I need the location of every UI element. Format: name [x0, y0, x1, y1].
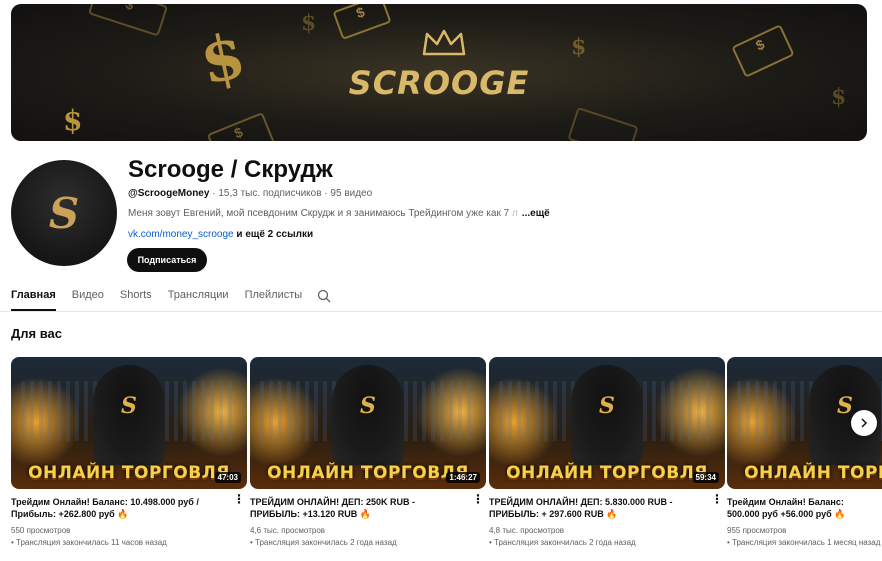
video-card[interactable]: S ОНЛАЙН ТОРГОВЛЯ 59:34 ТРЕЙДИМ ОНЛАЙН! … — [489, 357, 725, 547]
chevron-right-icon — [861, 418, 868, 428]
dollar-icon: $ — [301, 10, 317, 36]
video-title[interactable]: ТРЕЙДИМ ОНЛАЙН! ДЕП: 5.830.000 RUB - ПРИ… — [489, 496, 705, 520]
banner-brand-text: SCROOGE — [348, 64, 530, 102]
crown-icon — [422, 29, 466, 56]
video-duration: 47:03 — [214, 472, 241, 483]
video-thumbnail[interactable]: S ОНЛАЙН ТОРГОВЛЯ 47:03 — [11, 357, 247, 489]
video-views: 4,6 тыс. просмотров — [250, 526, 326, 535]
channel-banner: $ $ $ $ $ $ $ $ $ SCROOGE — [11, 4, 867, 141]
description-fade: л — [509, 208, 518, 219]
video-title[interactable]: ТРЕЙДИМ ОНЛАЙН! ДЕП: 250K RUB - ПРИБЫЛЬ:… — [250, 496, 466, 520]
tab-playlists[interactable]: Плейлисты — [245, 283, 303, 311]
video-duration: 59:34 — [692, 472, 719, 483]
video-status: • Трансляция закончилась 2 года назад — [489, 538, 636, 547]
tab-shorts[interactable]: Shorts — [120, 283, 152, 311]
video-status: • Трансляция закончилась 2 года назад — [250, 538, 397, 547]
video-views: 550 просмотров — [11, 526, 71, 535]
video-views: 955 просмотров — [727, 526, 787, 535]
money-bill-icon: $ — [332, 4, 392, 40]
more-link[interactable]: ...ещё — [522, 208, 550, 219]
channel-handle: @ScroogeMoney — [128, 188, 210, 199]
channel-stats: · 15,3 тыс. подписчиков · 95 видео — [209, 188, 373, 199]
channel-description[interactable]: Меня зовут Евгений, мой псевдоним Скрудж… — [128, 208, 550, 219]
money-bill-icon: $ — [206, 111, 276, 141]
more-options-icon[interactable]: ⋮ — [472, 493, 484, 505]
video-card[interactable]: S ОНЛАЙН ТОРГОВЛЯ 47:03 Трейдим Онлайн! … — [11, 357, 247, 547]
tab-videos[interactable]: Видео — [72, 283, 104, 311]
scrooge-logo-icon: S — [48, 188, 80, 238]
channel-links: vk.com/money_scrooge и ещё 2 ссылки — [128, 229, 313, 240]
video-status: • Трансляция закончилась 11 часов назад — [11, 538, 167, 547]
money-bill-icon: $ — [87, 4, 169, 37]
video-title[interactable]: Трейдим Онлайн! Баланс: 10.498.000 руб /… — [11, 496, 227, 520]
video-card[interactable]: S ОНЛАЙН ТОРГОВЛЯ 1:46:27 ТРЕЙДИМ ОНЛАЙН… — [250, 357, 486, 547]
search-icon[interactable] — [317, 289, 331, 303]
video-views: 4,8 тыс. просмотров — [489, 526, 565, 535]
fire-icon: 🔥 — [359, 509, 372, 519]
video-duration: 1:46:27 — [446, 472, 480, 483]
fire-icon: 🔥 — [117, 509, 129, 519]
video-title[interactable]: Трейдим Онлайн! Баланс: 500.000 руб +56.… — [727, 496, 877, 520]
video-thumbnail[interactable]: S ОНЛАЙН ТОРГОВЛЯ 1:46:27 — [250, 357, 486, 489]
channel-avatar[interactable]: S — [11, 160, 117, 266]
tab-live[interactable]: Трансляции — [168, 283, 229, 311]
scrooge-logo-icon: S — [837, 393, 853, 419]
description-text: Меня зовут Евгений, мой псевдоним Скрудж… — [128, 208, 510, 219]
money-bill-icon — [567, 106, 639, 141]
tabs-divider — [0, 311, 882, 312]
thumbnail-text: ОНЛАЙН ТОРГОВЛЯ — [744, 463, 882, 483]
fire-icon: 🔥 — [606, 509, 618, 519]
subscribe-button[interactable]: Подписаться — [127, 248, 207, 272]
channel-title: Scrooge / Скрудж — [128, 156, 333, 183]
thumbnail-text: ОНЛАЙН ТОРГОВЛЯ — [506, 463, 708, 483]
thumbnail-text: ОНЛАЙН ТОРГОВЛЯ — [28, 463, 230, 483]
video-card[interactable]: S ОНЛАЙН ТОРГОВЛЯ Трейдим Онлайн! Баланс… — [727, 357, 882, 547]
more-options-icon[interactable]: ⋮ — [711, 493, 723, 505]
video-thumbnail[interactable]: S ОНЛАЙН ТОРГОВЛЯ 59:34 — [489, 357, 725, 489]
section-title: Для вас — [11, 326, 62, 341]
video-status: • Трансляция закончилась 1 месяц назад — [727, 538, 881, 547]
scrooge-logo-icon: S — [121, 393, 137, 419]
dollar-icon: $ — [63, 104, 83, 137]
dollar-icon: $ — [571, 34, 587, 60]
scrooge-logo-icon: S — [360, 393, 376, 419]
vk-link[interactable]: vk.com/money_scrooge — [128, 229, 234, 240]
more-links[interactable]: и ещё 2 ссылки — [234, 229, 313, 240]
more-options-icon[interactable]: ⋮ — [233, 493, 245, 505]
carousel-next-button[interactable] — [851, 410, 877, 436]
channel-tabs: Главная Видео Shorts Трансляции Плейлист… — [11, 283, 318, 311]
fire-icon: 🔥 — [834, 509, 846, 519]
channel-meta: @ScroogeMoney · 15,3 тыс. подписчиков · … — [128, 188, 372, 199]
scrooge-logo-icon: S — [599, 393, 615, 419]
tab-home[interactable]: Главная — [11, 283, 56, 311]
